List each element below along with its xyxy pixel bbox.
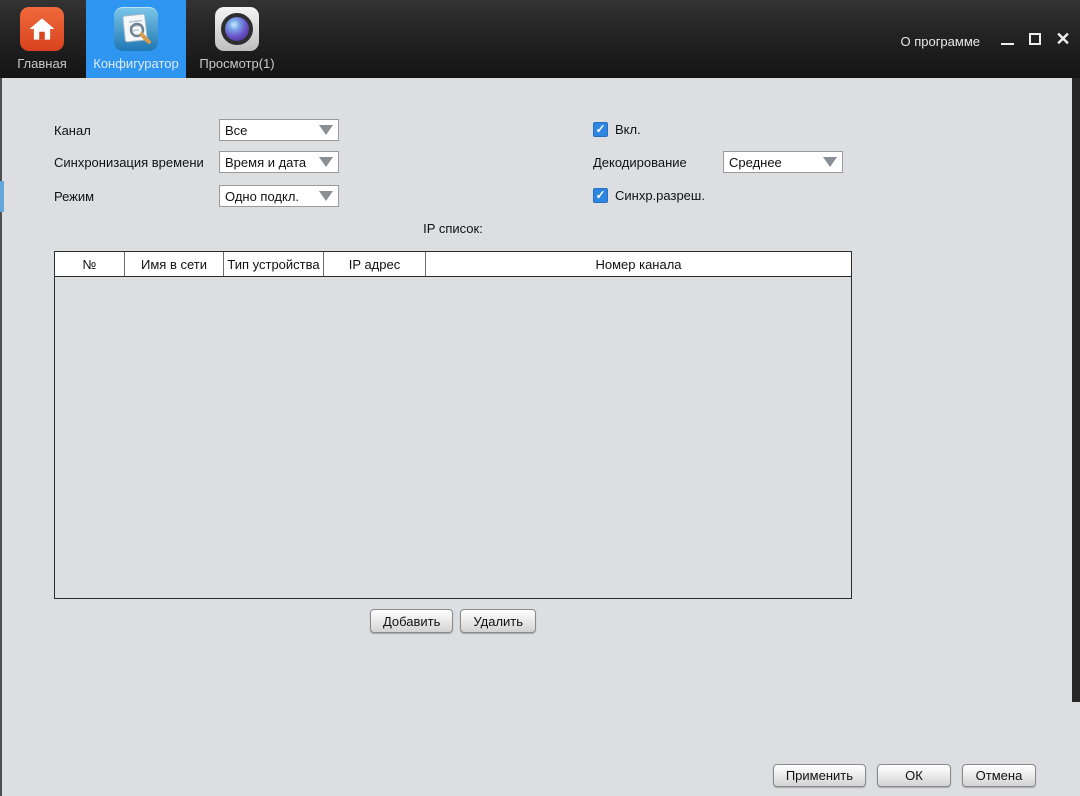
maximize-icon[interactable] [1026, 30, 1044, 48]
time-sync-select-value: Время и дата [225, 154, 307, 170]
time-sync-select[interactable]: Время и дата [219, 151, 339, 173]
mode-label: Режим [54, 189, 95, 204]
window-controls: ✕ [998, 30, 1072, 48]
tab-preview-label: Просмотр(1) [199, 56, 275, 71]
application-window: Главная Конфигуратор Просмотр(1) О прогр… [0, 0, 1080, 796]
tab-configurator[interactable]: Конфигуратор [86, 0, 186, 78]
ip-list-body[interactable] [55, 277, 851, 598]
channel-select-value: Все [225, 122, 248, 138]
column-header-net-name: Имя в сети [125, 252, 224, 276]
check-icon: ✓ [595, 121, 606, 136]
tab-home-label: Главная [17, 56, 67, 71]
sync-resolution-checkbox[interactable]: ✓ [593, 188, 608, 203]
check-icon: ✓ [595, 187, 606, 202]
decoding-label: Декодирование [593, 155, 687, 170]
channel-select[interactable]: Все [219, 119, 339, 141]
cancel-button[interactable]: Отмена [962, 764, 1036, 787]
enable-checkbox[interactable]: ✓ [593, 122, 608, 137]
decoding-select-value: Среднее [729, 154, 782, 170]
channel-label: Канал [54, 123, 91, 138]
add-button[interactable]: Добавить [369, 609, 454, 633]
column-header-number: № [55, 252, 125, 276]
enable-checkbox-row: ✓ Вкл. [593, 122, 641, 137]
configurator-icon [114, 7, 158, 51]
dialog-actions: Применить ОК Отмена [772, 764, 1036, 787]
minimize-icon[interactable] [998, 30, 1016, 48]
enable-label: Вкл. [615, 122, 641, 137]
home-icon [20, 7, 64, 51]
tab-preview[interactable]: Просмотр(1) [190, 0, 284, 78]
mode-select-value: Одно подкл. [225, 188, 300, 204]
column-header-channel-number: Номер канала [595, 256, 682, 272]
title-bar: Главная Конфигуратор Просмотр(1) О прогр… [0, 0, 1080, 78]
mode-select[interactable]: Одно подкл. [219, 185, 339, 207]
time-sync-label: Синхронизация времени [54, 155, 204, 170]
apply-button[interactable]: Применить [772, 764, 866, 787]
ip-list-table: № Имя в сети Тип устройства IP адрес Ном… [54, 251, 852, 599]
delete-button[interactable]: Удалить [460, 609, 537, 633]
sync-resolution-checkbox-row: ✓ Синхр.разреш. [593, 188, 705, 203]
right-panel-edge [1072, 78, 1080, 702]
chevron-down-icon [319, 157, 333, 167]
column-header-ip-address: IP адрес [324, 252, 426, 276]
chevron-down-icon [319, 125, 333, 135]
chevron-down-icon [319, 191, 333, 201]
ip-list-header: № Имя в сети Тип устройства IP адрес Ном… [55, 252, 851, 277]
about-link[interactable]: О программе [900, 34, 980, 49]
close-icon[interactable]: ✕ [1054, 30, 1072, 48]
column-header-device-type: Тип устройства [224, 252, 324, 276]
tab-home[interactable]: Главная [2, 0, 82, 78]
preview-icon [215, 7, 259, 51]
left-panel-handle[interactable] [0, 181, 4, 212]
tab-configurator-label: Конфигуратор [93, 56, 179, 71]
sync-resolution-label: Синхр.разреш. [615, 188, 705, 203]
ok-button[interactable]: ОК [877, 764, 951, 787]
ip-list-title: IP список: [423, 221, 483, 236]
list-actions: Добавить Удалить [54, 609, 852, 633]
decoding-select[interactable]: Среднее [723, 151, 843, 173]
chevron-down-icon [823, 157, 837, 167]
